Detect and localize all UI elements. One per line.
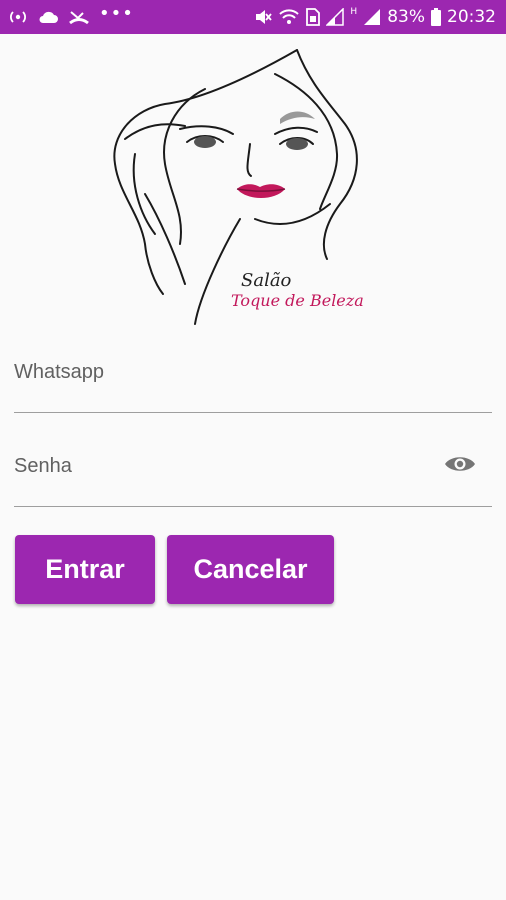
password-field-container <box>14 444 492 507</box>
mute-icon <box>254 8 273 26</box>
sim-icon <box>306 8 321 26</box>
whatsapp-field-container <box>14 350 492 413</box>
signal-icon <box>326 8 345 26</box>
missed-call-icon <box>68 8 90 26</box>
battery-icon <box>431 8 441 26</box>
show-password-icon[interactable] <box>444 452 476 476</box>
network-type: H <box>350 7 358 17</box>
whatsapp-input[interactable] <box>14 358 414 386</box>
signal-icon <box>363 8 381 26</box>
wifi-call-icon <box>278 8 300 26</box>
clock: 20:32 <box>447 7 496 27</box>
cancel-button[interactable]: Cancelar <box>167 535 334 604</box>
salon-logo: Salão Toque de Beleza <box>105 44 380 330</box>
logo-text-salon: Salão <box>241 270 292 291</box>
battery-percent: 83% <box>387 7 425 27</box>
login-button[interactable]: Entrar <box>15 535 155 604</box>
hotspot-icon <box>8 8 28 26</box>
more-dots-icon: ••• <box>99 3 134 24</box>
password-input[interactable] <box>14 452 414 480</box>
cloud-icon <box>37 9 59 25</box>
logo-text-name: Toque de Beleza <box>231 291 364 310</box>
status-bar: ••• H 83% 20:32 <box>0 0 506 34</box>
